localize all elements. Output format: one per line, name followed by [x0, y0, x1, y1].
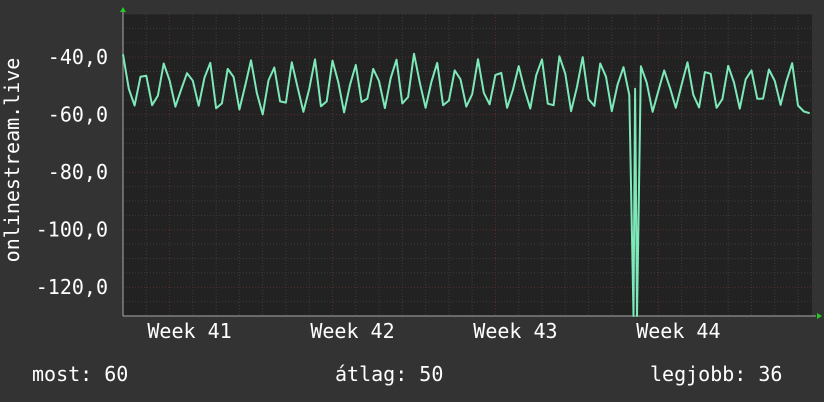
y-axis-arrow	[120, 7, 126, 12]
x-tick-label: Week 44	[636, 319, 720, 343]
y-ticks: -120,0 -100,0 -80,0 -60,0 -40,0	[36, 45, 108, 299]
y-tick-label: -120,0	[36, 275, 108, 299]
x-ticks: Week 41 Week 42 Week 43 Week 44	[147, 319, 720, 343]
chart-svg: -120,0-100,0-80,0-60,0-40,0 Week 41 Week …	[0, 7, 822, 343]
stat-average: átlag: 50	[335, 362, 444, 386]
y-tick-label: -80,0	[48, 160, 108, 184]
stat-best: legjobb: 36	[650, 362, 783, 386]
y-tick-label: -40,0	[48, 45, 108, 69]
y-tick-label: -60,0	[48, 103, 108, 127]
chart-container: -120,0 -100,0 -80,0 -60,0 -40,0 Week 41 Week …	[0, 0, 824, 402]
y-axis-label: onlinestream.live	[0, 58, 24, 263]
x-tick-label: Week 42	[310, 319, 394, 343]
x-tick-label: Week 43	[473, 319, 557, 343]
x-tick-label: Week 41	[147, 319, 231, 343]
x-axis-arrow	[817, 313, 822, 319]
y-tick-label: -100,0	[36, 218, 108, 242]
stat-current: most: 60	[32, 362, 129, 386]
plot-area	[123, 14, 812, 316]
